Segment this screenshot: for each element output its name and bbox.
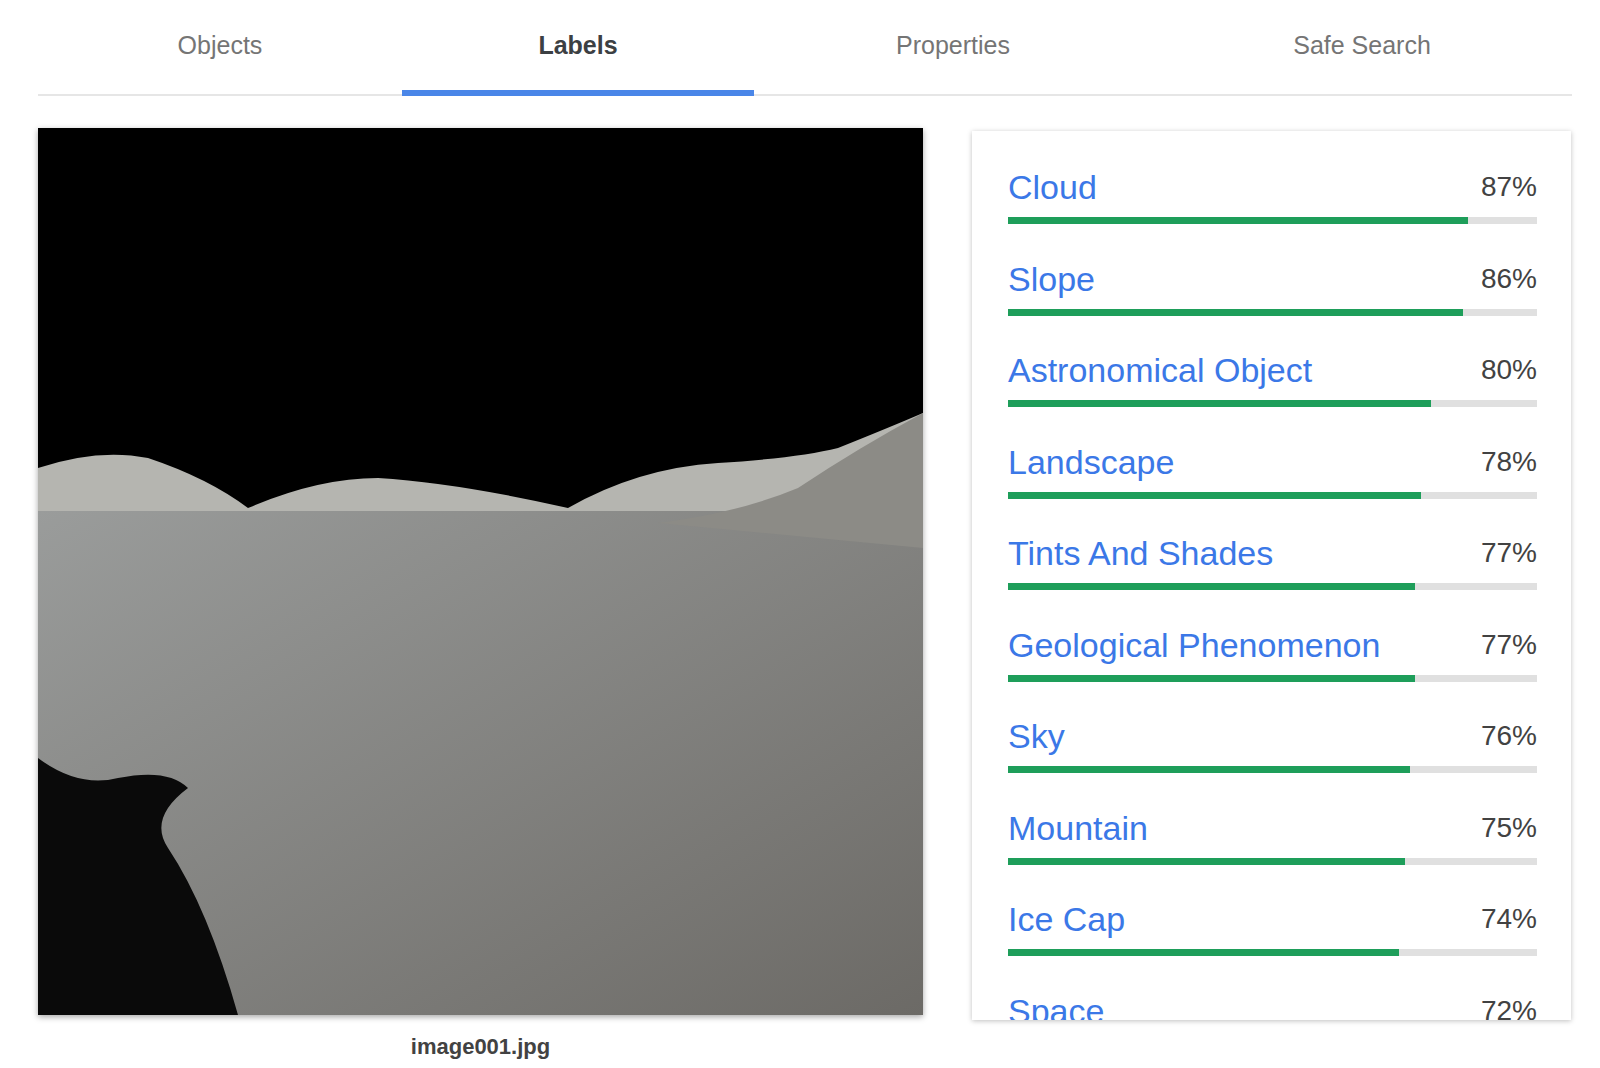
label-score: 72%: [1481, 991, 1537, 1021]
label-row: Mountain 75%: [1008, 808, 1537, 900]
score-track: [1008, 766, 1537, 773]
label-score: 80%: [1481, 350, 1537, 390]
label-name[interactable]: Space: [1008, 991, 1104, 1021]
label-row: Geological Phenomenon 77%: [1008, 625, 1537, 717]
score-fill: [1008, 400, 1431, 407]
tab[interactable]: Properties: [754, 0, 1152, 94]
tab-label: Properties: [896, 29, 1010, 65]
label-score: 87%: [1481, 167, 1537, 207]
tab[interactable]: Safe Search: [1152, 0, 1572, 94]
label-name[interactable]: Geological Phenomenon: [1008, 625, 1380, 665]
label-name[interactable]: Mountain: [1008, 808, 1148, 848]
label-score: 86%: [1481, 259, 1537, 299]
label-score: 78%: [1481, 442, 1537, 482]
label-name[interactable]: Landscape: [1008, 442, 1174, 482]
label-name[interactable]: Tints And Shades: [1008, 533, 1273, 573]
score-track: [1008, 949, 1537, 956]
score-track: [1008, 400, 1537, 407]
image-caption: image001.jpg: [411, 1033, 550, 1061]
score-fill: [1008, 309, 1463, 316]
label-row: Landscape 78%: [1008, 442, 1537, 534]
score-track: [1008, 858, 1537, 865]
tab-label: Safe Search: [1293, 29, 1431, 65]
score-track: [1008, 309, 1537, 316]
label-row: Ice Cap 74%: [1008, 899, 1537, 991]
photo: [38, 128, 923, 1015]
score-fill: [1008, 583, 1415, 590]
label-name[interactable]: Sky: [1008, 716, 1065, 756]
score-track: [1008, 217, 1537, 224]
label-row: Cloud 87%: [1008, 167, 1537, 259]
label-score: 76%: [1481, 716, 1537, 756]
tab[interactable]: Objects: [38, 0, 402, 94]
tab-underline: [402, 90, 754, 96]
label-row: Astronomical Object 80%: [1008, 350, 1537, 442]
label-name[interactable]: Cloud: [1008, 167, 1097, 207]
score-fill: [1008, 217, 1468, 224]
label-row: Slope 86%: [1008, 259, 1537, 351]
label-row: Tints And Shades 77%: [1008, 533, 1537, 625]
labels-card: Cloud 87% Slope 86% Astronomical Object 80% La…: [972, 131, 1571, 1020]
tab-bar: Objects Labels Properties Safe Search: [38, 0, 1572, 96]
score-fill: [1008, 766, 1410, 773]
score-fill: [1008, 492, 1421, 499]
score-fill: [1008, 675, 1415, 682]
label-row: Sky 76%: [1008, 716, 1537, 808]
label-score: 74%: [1481, 899, 1537, 939]
tab-label: Labels: [538, 29, 617, 65]
score-track: [1008, 492, 1537, 499]
label-score: 77%: [1481, 625, 1537, 665]
score-track: [1008, 675, 1537, 682]
label-name[interactable]: Slope: [1008, 259, 1095, 299]
score-fill: [1008, 949, 1399, 956]
tab[interactable]: Labels: [402, 0, 754, 94]
label-row: Space 72%: [1008, 991, 1537, 1021]
label-name[interactable]: Ice Cap: [1008, 899, 1125, 939]
tab-label: Objects: [178, 29, 263, 65]
label-score: 77%: [1481, 533, 1537, 573]
score-track: [1008, 583, 1537, 590]
label-score: 75%: [1481, 808, 1537, 848]
score-fill: [1008, 858, 1405, 865]
label-name[interactable]: Astronomical Object: [1008, 350, 1312, 390]
